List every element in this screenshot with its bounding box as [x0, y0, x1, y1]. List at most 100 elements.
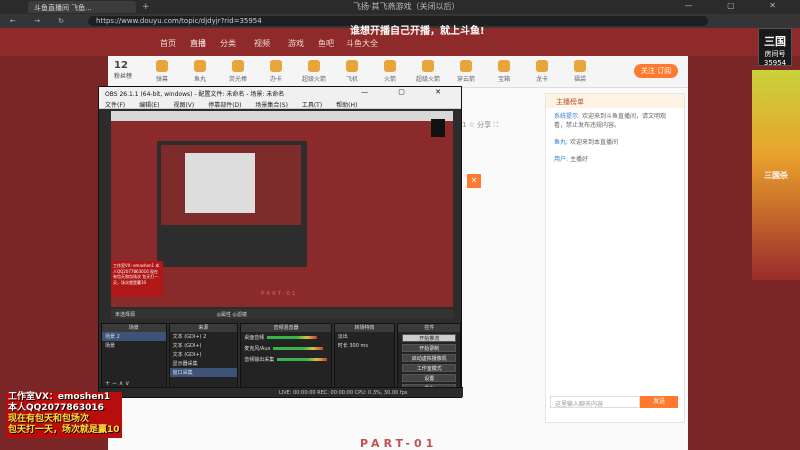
gift-item[interactable]: 宝箱: [484, 60, 524, 83]
gift-label: 荧光棒: [228, 76, 247, 83]
chat-header[interactable]: 主播榜单: [546, 94, 684, 108]
gift-item[interactable]: 飞机: [332, 60, 372, 83]
menu-help[interactable]: 帮助(H): [336, 102, 357, 109]
gift-label: 穿云箭: [456, 76, 475, 83]
menu-edit[interactable]: 编辑(E): [139, 102, 159, 109]
gift-label: 弹幕: [155, 76, 168, 83]
gift-icon: [574, 60, 586, 72]
window-controls[interactable]: — ▢ ✕: [685, 1, 792, 10]
menu-docks[interactable]: 停靠部件(D): [208, 102, 241, 109]
nested-promo-overlay: 工作室VX: emoshen1 本人QQ2077863016 现在有包天和包场次…: [111, 261, 163, 297]
source-toolbar: 未选择源 ◎属性 ◎滤镜: [111, 309, 453, 319]
gift-icon: [308, 60, 320, 72]
nav-item-video[interactable]: 视频: [254, 38, 270, 49]
start-streaming-button[interactable]: 开始推流: [402, 334, 457, 342]
mixer-channel[interactable]: 音频输出采集: [241, 354, 330, 365]
chat-panel: 主播榜单 系统提示: 欢迎来到斗鱼直播间，请文明观看，禁止发布违规内容。 鱼丸:…: [545, 93, 685, 423]
mixer-channel-label: 音频输出采集: [244, 357, 275, 363]
video-toolbar[interactable]: 1 ☆ 分享 ⛶: [462, 120, 498, 130]
chat-user[interactable]: 系统提示:: [554, 113, 580, 120]
fan-count: 12 粉丝榜: [114, 60, 132, 80]
promo-line: 工作室VX：emoshen1: [8, 392, 111, 402]
gift-item[interactable]: 鱼丸: [180, 60, 220, 83]
obs-window: OBS 26.1.1 (64-bit, windows) - 配置文件: 未命名…: [98, 86, 463, 398]
part-label: PART-01: [360, 437, 438, 450]
nav-item-games[interactable]: 游戏: [288, 38, 304, 49]
gift-item[interactable]: 超级火箭: [408, 60, 448, 83]
source-item[interactable]: 文本 (GDI+) 2: [170, 332, 238, 341]
side-advert-text: 三国杀: [764, 171, 788, 180]
browser-tab[interactable]: 斗鱼直播间 飞鱼...: [28, 1, 136, 13]
gift-item[interactable]: 火箭: [370, 60, 410, 83]
gift-label: 超级火箭: [415, 76, 440, 83]
fan-count-label: 粉丝榜: [114, 73, 133, 80]
nav-item-category[interactable]: 分类: [220, 38, 236, 49]
window-title: 飞扬·其飞燕游戏（关闭以后）: [353, 2, 460, 11]
logo-title: 三国: [764, 35, 786, 48]
gift-item[interactable]: 穿云箭: [446, 60, 486, 83]
side-advert[interactable]: 三国杀: [752, 70, 800, 280]
gift-item[interactable]: 办卡: [256, 60, 296, 83]
chat-user[interactable]: 用户:: [554, 156, 568, 163]
gift-icon: [270, 60, 282, 72]
close-icon[interactable]: ✕: [467, 174, 481, 188]
studio-mode-button[interactable]: 工作室模式: [402, 364, 457, 372]
source-item[interactable]: 文本 (GDI+): [170, 350, 238, 359]
start-recording-button[interactable]: 开始录制: [402, 344, 457, 352]
subscribe-button[interactable]: 关注 订阅: [634, 64, 678, 78]
promo-line: 包天打一天，场次就是赢10: [8, 425, 120, 435]
gift-item[interactable]: 龙卡: [522, 60, 562, 83]
sources-dock: 来源 文本 (GDI+) 2 文本 (GDI+) 文本 (GDI+) 显示器采集…: [168, 323, 239, 389]
mixer-dock: 音频混音器 桌面音频 麦克风/Aux 音频输出采集: [240, 323, 332, 389]
mixer-dock-title: 音频混音器: [241, 324, 331, 332]
nested-part-label: PART-01: [261, 291, 298, 297]
obs-window-controls[interactable]: — ▢ ✕: [361, 88, 455, 96]
mixer-channel[interactable]: 桌面音频: [241, 332, 330, 343]
menu-scene-collection[interactable]: 场景集合(S): [255, 102, 288, 109]
promo-line: 本人QQ2077863016: [8, 403, 104, 413]
menu-view[interactable]: 视图(V): [173, 102, 194, 109]
virtual-camera-button[interactable]: 启动虚拟摄像机: [402, 354, 457, 362]
source-item[interactable]: 显示器采集: [170, 359, 238, 368]
gift-icon: [460, 60, 472, 72]
gift-icon: [536, 60, 548, 72]
gift-item[interactable]: 超级火箭: [294, 60, 334, 83]
source-props[interactable]: ◎属性 ◎滤镜: [217, 312, 247, 318]
source-item[interactable]: 文本 (GDI+): [170, 341, 238, 350]
gift-item[interactable]: 荧光棒: [218, 60, 258, 83]
menu-tools[interactable]: 工具(T): [302, 102, 322, 109]
gift-item[interactable]: 弹幕: [142, 60, 182, 83]
duration-label: 时长: [337, 343, 348, 349]
gift-item[interactable]: 福袋: [560, 60, 600, 83]
promo-line: 现在有包天和包场次: [8, 414, 90, 424]
nested-obs: [157, 141, 307, 267]
transition-duration[interactable]: 时长 300 ms: [335, 341, 395, 350]
logo-room-label: 房间号: [764, 50, 786, 58]
gift-bar: 12 粉丝榜 弹幕 鱼丸 荧光棒 办卡 超级火箭 飞机 火箭 超级火箭 穿云箭 …: [108, 56, 688, 88]
nav-item-yuba[interactable]: 鱼吧: [318, 38, 334, 49]
chat-input[interactable]: 这里输入聊天内容: [550, 396, 640, 408]
chat-user[interactable]: 鱼丸:: [554, 139, 568, 146]
new-tab-icon[interactable]: +: [142, 2, 150, 12]
selected-source: 未选择源: [115, 312, 136, 318]
scene-item[interactable]: 场景 2: [102, 332, 166, 341]
scene-item[interactable]: 场景: [102, 341, 166, 350]
room-logo: 三国 房间号 35954: [758, 28, 792, 67]
nav-item-home[interactable]: 首页: [160, 38, 176, 49]
mixer-channel[interactable]: 麦克风/Aux: [241, 343, 330, 354]
nav-item-live[interactable]: 直播: [190, 38, 206, 49]
nav-arrows-icon[interactable]: ← → ↻: [10, 17, 72, 25]
volume-meter: [267, 336, 318, 339]
send-button[interactable]: 发送: [640, 396, 678, 408]
settings-button[interactable]: 设置: [402, 374, 457, 382]
fan-count-value: 12: [114, 60, 128, 71]
chat-message: 系统提示: 欢迎来到斗鱼直播间，请文明观看，禁止发布违规内容。: [546, 108, 684, 134]
duration-value: 300 ms: [349, 343, 368, 349]
nested-preview: [161, 145, 301, 225]
transition-select[interactable]: 淡出: [335, 332, 395, 341]
nav-item-more[interactable]: 斗鱼大全: [346, 38, 378, 49]
source-item[interactable]: 窗口采集: [169, 368, 238, 377]
gift-icon: [346, 60, 358, 72]
menu-file[interactable]: 文件(F): [105, 102, 125, 109]
obs-preview[interactable]: 工作室VX: emoshen1 本人QQ2077863016 现在有包天和包场次…: [111, 111, 453, 307]
